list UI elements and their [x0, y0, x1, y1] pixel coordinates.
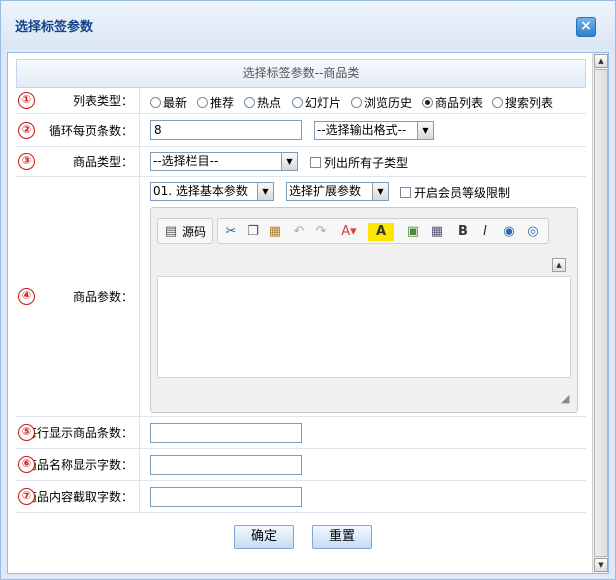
rich-text-editor: ▤ 源码 ✂ ❐ ▦ ↶ ↷ A▾ A ▣ ▦ B I ◉ ◎ ▲ ◢ — [150, 207, 578, 413]
vertical-scrollbar[interactable]: ▲ ▼ — [592, 53, 608, 573]
badge-6: ⑥ — [18, 456, 35, 473]
scroll-down-icon[interactable]: ▼ — [594, 558, 608, 572]
editor-toolbar: ✂ ❐ ▦ ↶ ↷ A▾ A ▣ ▦ B I ◉ ◎ — [217, 218, 549, 244]
font-color-icon[interactable]: A▾ — [336, 223, 362, 241]
radio-newest[interactable]: 最新 — [150, 94, 187, 111]
editor-content-area[interactable] — [157, 276, 571, 378]
link-icon[interactable]: ◉ — [500, 223, 518, 241]
row-per-row: ⑤ 每行显示商品条数： — [16, 417, 586, 449]
content-length-label: 商品内容截取字数： — [24, 490, 133, 504]
badge-1: ① — [18, 92, 35, 109]
radio-slideshow[interactable]: 幻灯片 — [292, 94, 341, 111]
category-select[interactable]: --选择栏目-- ▼ — [150, 152, 298, 171]
params-label: 商品参数： — [72, 290, 133, 304]
cut-icon[interactable]: ✂ — [222, 223, 240, 241]
radio-hot[interactable]: 热点 — [244, 94, 281, 111]
reset-button[interactable]: 重置 — [312, 525, 372, 549]
name-length-label: 商品名称显示字数： — [24, 458, 133, 472]
row-name-length: ⑥ 商品名称显示字数： — [16, 449, 586, 481]
source-button-label[interactable]: 源码 — [182, 223, 206, 241]
badge-2: ② — [18, 122, 35, 139]
name-length-input[interactable] — [150, 455, 302, 475]
resize-handle-icon[interactable]: ◢ — [561, 392, 569, 405]
row-list-type: ① 列表类型： 最新 推荐 热点 幻灯片 浏览历史 商品列表 搜索列表 — [16, 88, 586, 114]
source-icon[interactable]: ▤ — [162, 223, 180, 241]
content-length-input[interactable] — [150, 487, 302, 507]
table-icon[interactable]: ▦ — [428, 223, 446, 241]
list-subtypes-checkbox[interactable]: 列出所有子类型 — [310, 154, 408, 171]
badge-4: ④ — [18, 288, 35, 305]
unlink-icon[interactable]: ◎ — [524, 223, 542, 241]
chevron-down-icon: ▼ — [257, 183, 273, 200]
radio-history[interactable]: 浏览历史 — [351, 94, 412, 111]
italic-icon[interactable]: I — [476, 223, 494, 241]
tag-params-form: 选择标签参数--商品类 ① 列表类型： 最新 推荐 热点 幻灯片 浏览历史 商品… — [16, 59, 586, 549]
row-per-page: ② 循环每页条数： 8 --选择输出格式-- ▼ — [16, 114, 586, 147]
undo-icon[interactable]: ↶ — [290, 223, 308, 241]
per-row-input[interactable] — [150, 423, 302, 443]
collapse-toolbar-icon[interactable]: ▲ — [552, 258, 566, 272]
chevron-down-icon: ▼ — [281, 153, 297, 170]
row-category: ③ 商品类型： --选择栏目-- ▼ 列出所有子类型 — [16, 147, 586, 177]
member-level-checkbox[interactable]: 开启会员等级限制 — [400, 184, 510, 201]
copy-icon[interactable]: ❐ — [244, 223, 262, 241]
title-bar: 选择标签参数 × — [1, 1, 615, 49]
per-page-input[interactable]: 8 — [150, 120, 302, 140]
radio-search-list[interactable]: 搜索列表 — [492, 94, 553, 111]
badge-3: ③ — [18, 153, 35, 170]
chevron-down-icon: ▼ — [417, 122, 433, 139]
row-content-length: ⑦ 商品内容截取字数： — [16, 481, 586, 513]
radio-recommend[interactable]: 推荐 — [197, 94, 234, 111]
per-page-label: 循环每页条数： — [48, 123, 133, 138]
badge-5: ⑤ — [18, 424, 35, 441]
bold-icon[interactable]: B — [454, 223, 472, 241]
paste-icon[interactable]: ▦ — [266, 223, 284, 241]
ext-params-select[interactable]: 选择扩展参数 ▼ — [286, 182, 389, 201]
row-params: ④ 商品参数： 01. 选择基本参数 ▼ 选择扩展参数 ▼ 开启会员等级限制 ▤… — [16, 177, 586, 417]
scroll-up-icon[interactable]: ▲ — [594, 54, 608, 68]
scroll-thumb[interactable] — [594, 69, 608, 557]
category-label: 商品类型： — [72, 155, 133, 169]
bg-color-icon[interactable]: A — [368, 223, 394, 241]
form-header: 选择标签参数--商品类 — [16, 59, 586, 88]
redo-icon[interactable]: ↷ — [312, 223, 330, 241]
radio-product-list[interactable]: 商品列表 — [422, 94, 483, 111]
close-button[interactable]: × — [576, 17, 596, 37]
image-icon[interactable]: ▣ — [404, 223, 422, 241]
dialog-window: 选择标签参数 × 选择标签参数--商品类 ① 列表类型： 最新 推荐 热点 幻灯… — [0, 0, 616, 580]
output-format-select[interactable]: --选择输出格式-- ▼ — [314, 121, 434, 140]
list-type-label: 列表类型： — [72, 94, 133, 108]
badge-7: ⑦ — [18, 488, 35, 505]
basic-params-select[interactable]: 01. 选择基本参数 ▼ — [150, 182, 274, 201]
confirm-button[interactable]: 确定 — [234, 525, 294, 549]
dialog-title: 选择标签参数 — [15, 20, 94, 35]
per-row-label: 每行显示商品条数： — [24, 426, 133, 440]
content-panel: 选择标签参数--商品类 ① 列表类型： 最新 推荐 热点 幻灯片 浏览历史 商品… — [7, 52, 609, 574]
chevron-down-icon: ▼ — [372, 183, 388, 200]
